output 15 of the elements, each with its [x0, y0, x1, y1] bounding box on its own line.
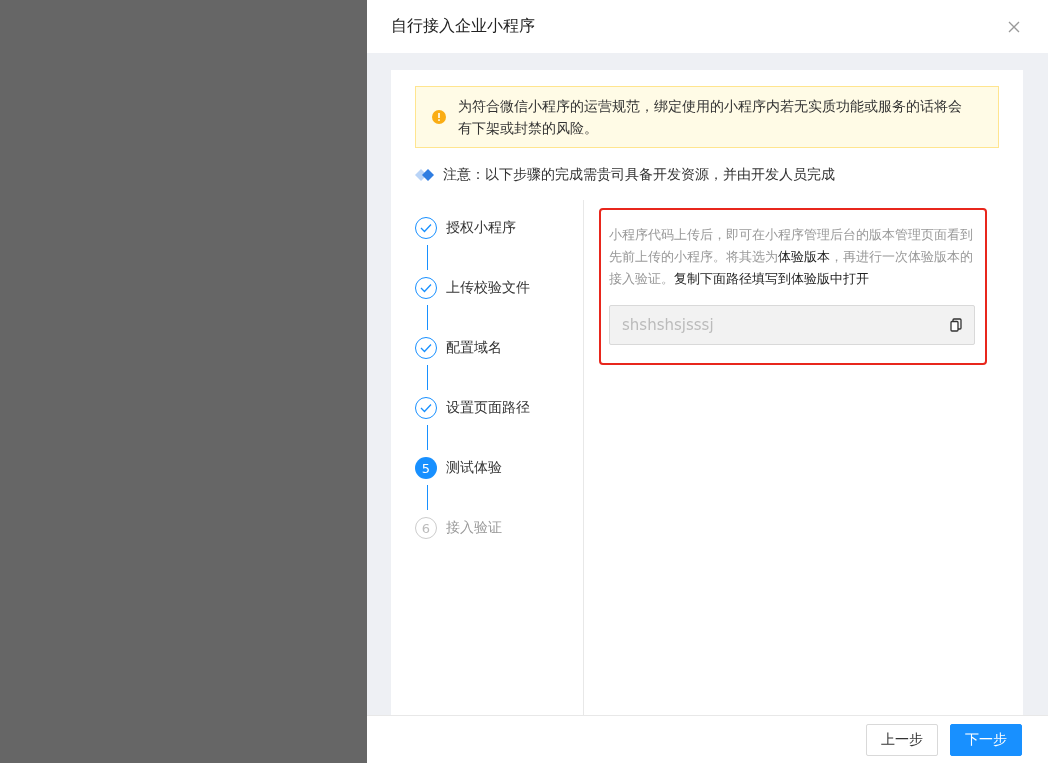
step-label: 配置域名	[446, 339, 502, 357]
step-button[interactable]: 下一步	[950, 723, 1022, 756]
step-label: 上传校验文件	[446, 279, 530, 297]
drawer-title: 自行接入企业小程序	[391, 16, 535, 37]
diamond-icon	[415, 168, 435, 182]
alert-text: 为符合微信小程序的运营规范，绑定使用的小程序内若无实质功能或服务的话将会有下架或封禁的风险。	[458, 97, 963, 138]
step-label: 设置页面路径	[446, 399, 530, 417]
close-icon[interactable]	[1008, 20, 1020, 33]
warning-icon	[432, 110, 446, 124]
step-label: 授权小程序	[446, 219, 516, 237]
step-label: 测试体验	[446, 459, 502, 477]
step-button[interactable]: 上一步	[866, 723, 938, 756]
notice-text: 注意：以下步骤的完成需贵司具备开发资源，并由开发人员完成	[443, 166, 835, 184]
step-number: 5	[415, 457, 437, 479]
step-label: 接入验证	[446, 519, 502, 537]
